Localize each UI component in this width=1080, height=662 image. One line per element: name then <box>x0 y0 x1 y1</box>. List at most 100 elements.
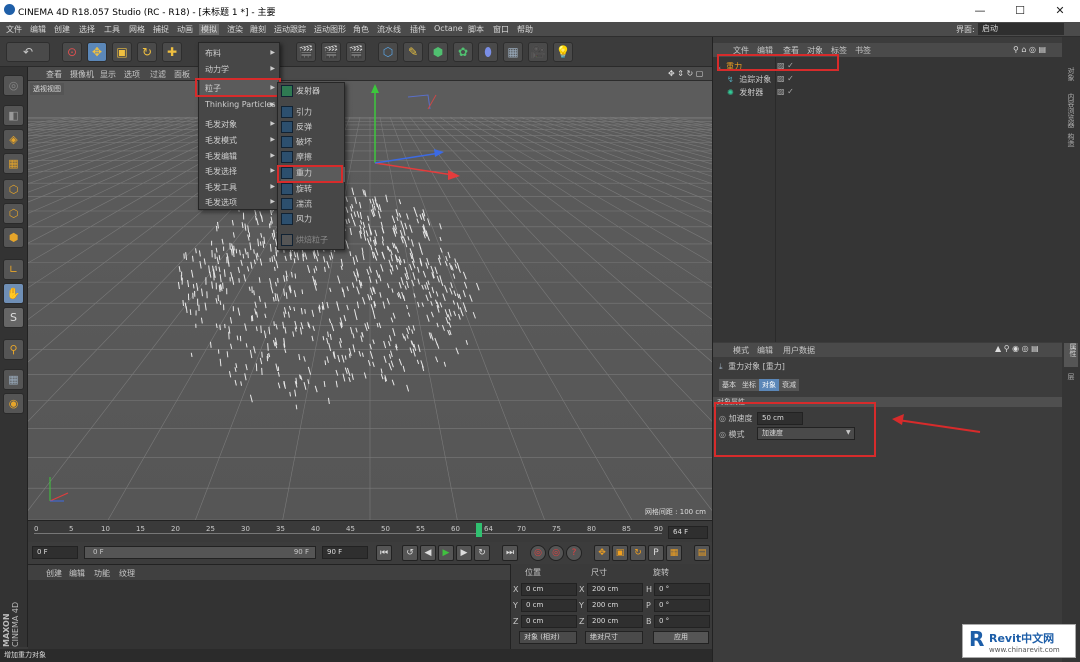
side-tab-layers[interactable]: 层 <box>1066 373 1076 380</box>
start-frame-field[interactable]: 0 F <box>32 546 78 559</box>
menu-pipeline[interactable]: 流水线 <box>377 24 401 35</box>
key-pla-icon[interactable]: ▦ <box>666 545 682 561</box>
edges-mode-icon[interactable]: ⬡ <box>3 203 24 224</box>
goto-end-icon[interactable]: ⏭ <box>502 545 518 561</box>
menu-octane[interactable]: Octane <box>434 24 463 33</box>
mat-menu-create[interactable]: 创建 <box>46 568 62 579</box>
menu-select[interactable]: 选择 <box>79 24 95 35</box>
next-frame-icon[interactable]: ▶ <box>456 545 472 561</box>
menu-create[interactable]: 创建 <box>54 24 70 35</box>
size-mode-select[interactable]: 绝对尺寸 <box>585 631 643 644</box>
menu-snap[interactable]: 捕捉 <box>153 24 169 35</box>
scale-tool-icon[interactable]: ▣ <box>112 42 132 62</box>
menu-character[interactable]: 角色 <box>353 24 369 35</box>
attr-nav-icons[interactable]: ▲ ⚲ ◉ ◎ ▤ <box>995 344 1039 353</box>
side-tab-content-browser[interactable]: 内容浏览器 <box>1066 93 1076 128</box>
attr-tab-coord[interactable]: 坐标 <box>739 379 759 391</box>
visibility-icon-3[interactable]: ▨ ✓ <box>777 87 794 96</box>
keyframe-selection-icon[interactable]: ? <box>566 545 582 561</box>
cube-object-icon[interactable]: ⬡ <box>378 42 398 62</box>
vp-menu-filter[interactable]: 过滤 <box>150 69 166 80</box>
menu-mograph[interactable]: 运动图形 <box>314 24 346 35</box>
obj-search-icon[interactable]: ⚲ ⌂ ◎ ▤ <box>1013 45 1046 54</box>
close-button[interactable]: ✕ <box>1040 0 1080 22</box>
attr-menu-mode[interactable]: 模式 <box>733 345 749 356</box>
cloner-icon[interactable]: ✿ <box>453 42 473 62</box>
menu-help[interactable]: 帮助 <box>517 24 533 35</box>
submenu-attractor[interactable]: 引力 <box>281 106 345 121</box>
menu-item-hair-selection[interactable]: 毛发选择 <box>205 166 237 177</box>
menu-script[interactable]: 脚本 <box>468 24 484 35</box>
attr-tab-object[interactable]: 对象 <box>759 379 779 391</box>
side-tab-objects[interactable]: 对象 <box>1066 67 1076 81</box>
rot-p-field[interactable]: 0 ° <box>654 599 710 612</box>
axis-mode-icon[interactable]: ∟ <box>3 259 24 280</box>
tweak-mode-icon[interactable]: ✋ <box>3 283 24 304</box>
key-scale-icon[interactable]: ▣ <box>612 545 628 561</box>
vp-menu-display[interactable]: 显示 <box>100 69 116 80</box>
playhead[interactable] <box>476 523 482 537</box>
menu-plugins[interactable]: 插件 <box>410 24 426 35</box>
attr-menu-userdata[interactable]: 用户数据 <box>783 345 815 356</box>
menu-item-hair-edit[interactable]: 毛发编辑 <box>205 151 237 162</box>
vp-menu-panel[interactable]: 面板 <box>174 69 190 80</box>
minimize-button[interactable]: — <box>960 0 1000 22</box>
apply-button[interactable]: 应用 <box>653 631 709 644</box>
visibility-icon-2[interactable]: ▨ ✓ <box>777 74 794 83</box>
pos-x-field[interactable]: 0 cm <box>521 583 577 596</box>
rot-b-field[interactable]: 0 ° <box>654 615 710 628</box>
menu-animate[interactable]: 动画 <box>177 24 193 35</box>
menu-item-dynamics[interactable]: 动力学 <box>205 64 229 75</box>
side-tab-attributes[interactable]: 属性 <box>1064 343 1078 367</box>
layout-select[interactable]: 启动 <box>978 23 1064 35</box>
polygons-mode-icon[interactable]: ⬢ <box>3 227 24 248</box>
camera-icon[interactable]: 🎥 <box>528 42 548 62</box>
mat-menu-texture[interactable]: 纹理 <box>119 568 135 579</box>
goto-start-icon[interactable]: ⏮ <box>376 545 392 561</box>
floor-icon[interactable]: ▦ <box>503 42 523 62</box>
menu-item-thinking-particles[interactable]: Thinking Particles <box>205 100 276 109</box>
menu-render[interactable]: 渲染 <box>227 24 243 35</box>
preview-range-slider[interactable]: 0 F 90 F <box>84 546 316 559</box>
key-rotation-icon[interactable]: ↻ <box>630 545 646 561</box>
solo-icon[interactable]: ◉ <box>3 393 24 414</box>
prev-frame-icon[interactable]: ◀ <box>420 545 436 561</box>
menu-edit[interactable]: 编辑 <box>30 24 46 35</box>
add-axis-icon[interactable]: ✚ <box>162 42 182 62</box>
end-frame-field[interactable]: 90 F <box>322 546 368 559</box>
record-active-icon[interactable]: ◎ <box>530 545 546 561</box>
timeline-ruler[interactable]: 0 5 10 15 20 25 30 35 40 45 50 55 60 64 … <box>28 520 712 542</box>
render-view-icon[interactable]: 🎬 <box>296 42 316 62</box>
timeline-layout-icon[interactable]: ▤ <box>694 545 710 561</box>
attr-tab-basic[interactable]: 基本 <box>719 379 739 391</box>
rot-h-field[interactable]: 0 ° <box>654 583 710 596</box>
pen-spline-icon[interactable]: ✎ <box>403 42 423 62</box>
rotate-tool-icon[interactable]: ↻ <box>137 42 157 62</box>
pos-z-field[interactable]: 0 cm <box>521 615 577 628</box>
submenu-deflector[interactable]: 反弹 <box>281 121 345 136</box>
submenu-rotation[interactable]: 旋转 <box>281 183 345 198</box>
render-picture-viewer-icon[interactable]: 🎬 <box>321 42 341 62</box>
side-tab-structure[interactable]: 构造 <box>1066 133 1076 147</box>
move-tool-icon[interactable]: ✥ <box>87 42 107 62</box>
menu-window[interactable]: 窗口 <box>493 24 509 35</box>
autokey-icon[interactable]: ◎ <box>548 545 564 561</box>
object-row-emitter[interactable]: ✺ 发射器 ▨ ✓ <box>727 87 1057 99</box>
submenu-turbulence[interactable]: 湍流 <box>281 198 345 213</box>
mat-menu-edit[interactable]: 编辑 <box>69 568 85 579</box>
coord-mode-select[interactable]: 对象 (相对) <box>519 631 577 644</box>
obj-menu-bookmark[interactable]: 书签 <box>855 45 871 56</box>
viewport-3d[interactable]: 透视视图 网格间距 : 100 cm <box>28 81 712 520</box>
model-mode-icon[interactable]: ◧ <box>3 105 24 126</box>
menu-simulate[interactable]: 模拟 <box>199 24 219 35</box>
undo-button[interactable]: ↶ <box>6 42 50 62</box>
play-icon[interactable]: ▶ <box>438 545 454 561</box>
menu-item-hair-tools[interactable]: 毛发工具 <box>205 182 237 193</box>
vp-menu-view[interactable]: 查看 <box>46 69 62 80</box>
snap-toggle-icon[interactable]: S <box>3 307 24 328</box>
submenu-bake-particles[interactable]: 烘焙粒子 <box>281 234 345 249</box>
key-parameter-icon[interactable]: P <box>648 545 664 561</box>
prev-key-icon[interactable]: ↺ <box>402 545 418 561</box>
menu-item-hair-objects[interactable]: 毛发对象 <box>205 119 237 130</box>
workplane-lock-icon[interactable]: ⚲ <box>3 339 24 360</box>
